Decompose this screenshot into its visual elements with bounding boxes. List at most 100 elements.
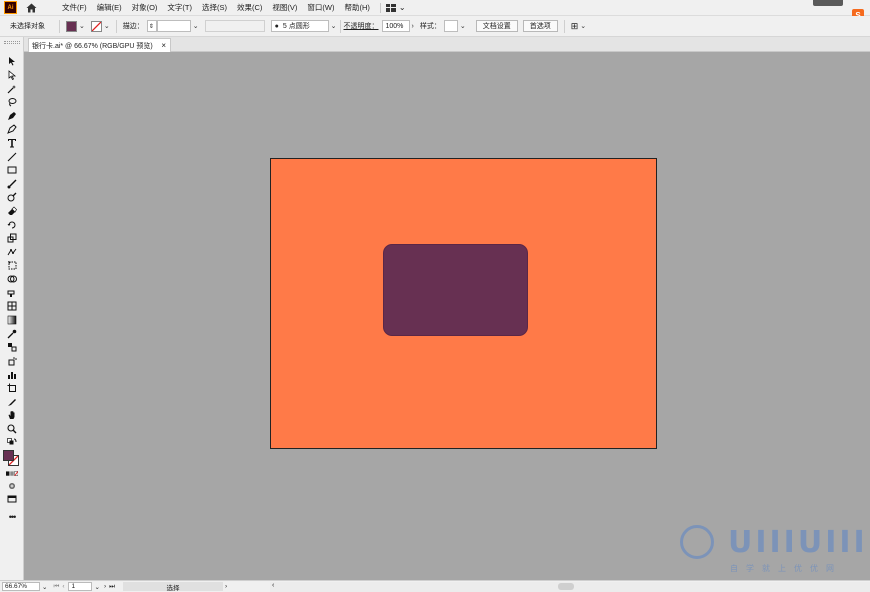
more-tools-icon[interactable]: ••• bbox=[6, 511, 18, 522]
selection-tool-icon[interactable] bbox=[6, 55, 18, 66]
opacity-input[interactable]: 100% bbox=[381, 20, 410, 32]
first-artboard-icon[interactable]: ⏮ bbox=[53, 583, 59, 591]
zoom-tool-icon[interactable] bbox=[6, 423, 18, 434]
live-paint-tool-icon[interactable] bbox=[6, 287, 18, 298]
stroke-label: 描边： bbox=[122, 23, 144, 30]
current-tool-display[interactable]: 选择 bbox=[122, 582, 223, 592]
document-tab[interactable]: 银行卡.ai* @ 66.67% (RGB/GPU 预览) × bbox=[28, 38, 171, 52]
brush-label: 5 点圆形 bbox=[282, 23, 310, 30]
lasso-tool-icon[interactable] bbox=[6, 96, 18, 107]
illustrator-logo: Ai bbox=[4, 1, 17, 14]
brush-definition-dropdown[interactable]: ● 5 点圆形 bbox=[270, 20, 329, 32]
zoom-level-field[interactable]: 66.67% bbox=[2, 582, 40, 591]
rotate-tool-icon[interactable] bbox=[6, 219, 18, 230]
menu-select[interactable]: 选择(S) bbox=[197, 0, 232, 16]
chevron-down-icon[interactable]: ⌄ bbox=[460, 22, 466, 30]
document-setup-button[interactable]: 文档设置 bbox=[475, 20, 518, 32]
menu-effect[interactable]: 效果(C) bbox=[232, 0, 267, 16]
puppet-warp-tool-icon[interactable] bbox=[6, 246, 18, 257]
menu-window[interactable]: 窗口(W) bbox=[302, 0, 339, 16]
stroke-color-swatch[interactable] bbox=[90, 20, 102, 32]
pen-tool-icon[interactable] bbox=[6, 110, 18, 121]
lightbulb-logo-icon bbox=[680, 525, 714, 559]
menu-file[interactable]: 文件(F) bbox=[57, 0, 92, 16]
swap-fill-stroke-icon[interactable] bbox=[6, 437, 18, 448]
stroke-weight-stepper[interactable]: ⇕ bbox=[146, 20, 157, 32]
line-tool-icon[interactable] bbox=[6, 151, 18, 162]
type-tool-icon[interactable] bbox=[6, 137, 18, 148]
last-artboard-icon[interactable]: ⏭ bbox=[109, 583, 115, 591]
scrollbar-thumb[interactable] bbox=[558, 583, 574, 590]
chevron-down-icon[interactable]: ⌄ bbox=[42, 583, 47, 591]
workspace-switcher[interactable]: ⌄ bbox=[385, 3, 406, 12]
artboard-tool-icon[interactable] bbox=[6, 382, 18, 393]
divider bbox=[563, 19, 565, 33]
blend-tool-icon[interactable] bbox=[6, 341, 18, 352]
home-button[interactable] bbox=[23, 1, 39, 15]
stepper-arrows-icon: ⇕ bbox=[148, 23, 154, 30]
illustrator-window: Ai 文件(F) 编辑(E) 对象(O) 文字(T) 选择(S) 效果(C) 视… bbox=[0, 0, 870, 592]
chevron-down-icon[interactable]: ⌄ bbox=[94, 583, 99, 591]
menu-view[interactable]: 视图(V) bbox=[267, 0, 302, 16]
eyedropper-tool-icon[interactable] bbox=[6, 328, 18, 339]
eraser-tool-icon[interactable] bbox=[6, 205, 18, 216]
chevron-right-icon[interactable]: › bbox=[225, 583, 227, 590]
preferences-button[interactable]: 首选项 bbox=[522, 20, 558, 32]
chevron-down-icon[interactable]: ⌄ bbox=[580, 22, 586, 30]
menu-help[interactable]: 帮助(H) bbox=[340, 0, 375, 16]
scale-tool-icon[interactable] bbox=[6, 232, 18, 243]
shape-builder-tool-icon[interactable] bbox=[6, 273, 18, 284]
chevron-down-icon[interactable]: ⌄ bbox=[193, 22, 199, 30]
artboard-number-field[interactable]: 1 bbox=[68, 582, 93, 591]
previous-artboard-icon[interactable]: ‹ bbox=[62, 583, 64, 590]
no-color-icon bbox=[91, 21, 101, 31]
color-mode-icons[interactable] bbox=[6, 468, 18, 479]
curvature-tool-icon[interactable] bbox=[6, 123, 18, 134]
variable-width-profile[interactable] bbox=[204, 20, 265, 32]
direct-selection-tool-icon[interactable] bbox=[6, 69, 18, 80]
drawing-modes-icon[interactable] bbox=[6, 480, 18, 491]
shaper-tool-icon[interactable] bbox=[6, 191, 18, 202]
fill-color-box[interactable] bbox=[3, 450, 14, 461]
hand-tool-icon[interactable] bbox=[6, 409, 18, 420]
divider bbox=[59, 19, 60, 33]
menu-type[interactable]: 文字(T) bbox=[162, 0, 197, 16]
arrange-documents-icon[interactable]: ⊞ bbox=[571, 21, 579, 32]
canvas-area[interactable] bbox=[24, 53, 870, 580]
next-artboard-icon[interactable]: › bbox=[104, 583, 106, 590]
graphic-style-swatch[interactable] bbox=[443, 20, 458, 32]
paintbrush-tool-icon[interactable] bbox=[6, 178, 18, 189]
chevron-right-icon[interactable]: › bbox=[412, 23, 414, 30]
magic-wand-tool-icon[interactable] bbox=[6, 83, 18, 94]
workspace-grid-icon bbox=[385, 3, 396, 12]
scroll-left-icon[interactable]: ‹ bbox=[272, 582, 274, 589]
horizontal-scrollbar[interactable]: ‹ bbox=[270, 582, 870, 592]
current-tool-label: 选择 bbox=[166, 584, 180, 592]
gradient-tool-icon[interactable] bbox=[6, 314, 18, 325]
divider bbox=[115, 19, 117, 33]
menu-edit[interactable]: 编辑(E) bbox=[92, 0, 127, 16]
chevron-down-icon: ⌄ bbox=[398, 3, 406, 12]
screen-mode-icon[interactable] bbox=[6, 493, 18, 504]
slice-tool-icon[interactable] bbox=[6, 396, 18, 407]
stroke-weight-input[interactable] bbox=[156, 20, 191, 32]
panel-grip[interactable] bbox=[4, 41, 20, 44]
column-graph-tool-icon[interactable] bbox=[6, 369, 18, 380]
chevron-down-icon[interactable]: ⌄ bbox=[104, 22, 110, 30]
rounded-rectangle-shape[interactable] bbox=[383, 244, 528, 336]
status-bar: 66.67% ⌄ ⏮ ‹ 1 ⌄ › ⏭ 选择 › ‹ bbox=[0, 580, 870, 592]
chevron-down-icon[interactable]: ⌄ bbox=[331, 22, 337, 30]
fill-color-swatch[interactable] bbox=[66, 20, 77, 32]
artboard[interactable] bbox=[270, 158, 657, 449]
chevron-down-icon[interactable]: ⌄ bbox=[79, 22, 85, 30]
perspective-grid-tool-icon[interactable] bbox=[6, 300, 18, 311]
menu-separator bbox=[379, 2, 381, 13]
style-label: 样式： bbox=[419, 23, 441, 30]
menu-object[interactable]: 对象(O) bbox=[127, 0, 163, 16]
symbol-sprayer-tool-icon[interactable] bbox=[6, 355, 18, 366]
opacity-label[interactable]: 不透明度： bbox=[344, 21, 379, 31]
rectangle-tool-icon[interactable] bbox=[6, 164, 18, 175]
close-icon[interactable]: × bbox=[161, 41, 166, 50]
uiiiuiii-watermark: UIIIUIII 自学就上优优网 bbox=[680, 525, 865, 575]
free-transform-tool-icon[interactable] bbox=[6, 259, 18, 270]
